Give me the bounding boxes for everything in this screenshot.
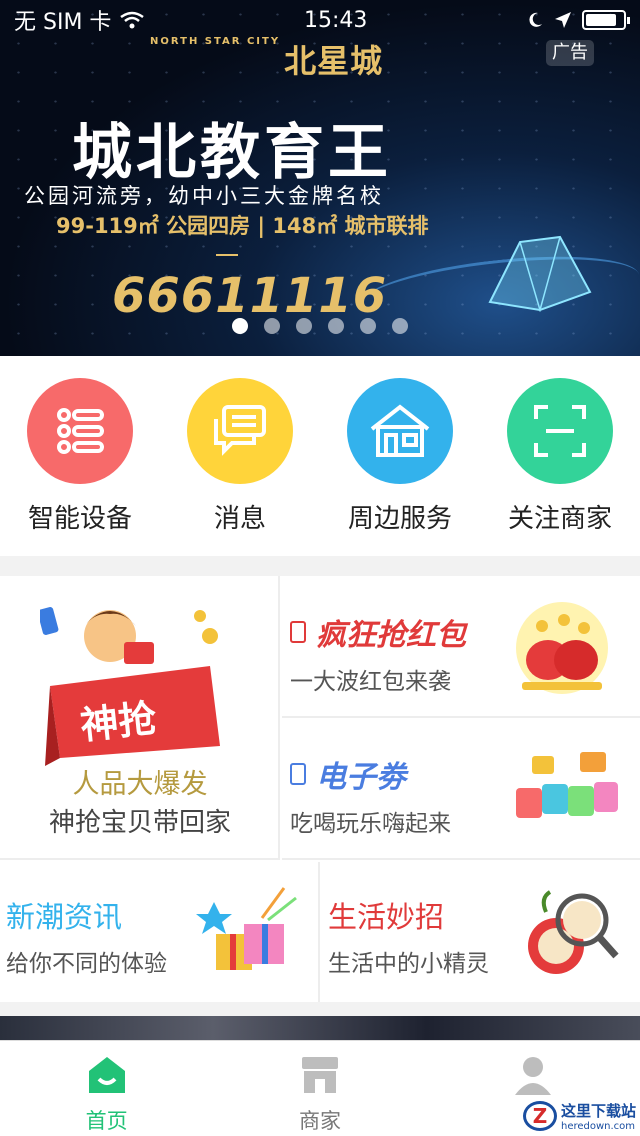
quick-entry-messages[interactable]: 消息 [160,356,320,556]
card-flash-grab[interactable]: 神抢 人品大爆发 神抢宝贝带回家 [0,576,280,860]
banner-subline: 公园河流旁，幼中小三大金牌名校 [24,184,384,208]
card-e-coupon[interactable]: 电子劵 吃喝玩乐嗨起来 [282,718,640,860]
moon-icon [529,12,542,27]
carrier-text: 无 SIM 卡 [14,10,112,35]
quick-entry-label: 智能设备 [27,504,132,534]
card-title: 生活妙招 [328,900,445,934]
quick-entry-label: 周边服务 [347,504,452,534]
home-icon [88,1057,125,1093]
card-red-packet[interactable]: 疯狂抢红包 一大波红包来袭 [282,576,640,718]
watermark-badge: Z 这里下载站 heredown.com [522,1100,636,1132]
carousel-dot[interactable] [296,318,312,334]
card-life-tips[interactable]: 生活妙招 生活中的小精灵 [322,862,640,1002]
ad-label: 广告 [546,40,594,66]
tab-home[interactable]: 首页 [0,1041,213,1136]
carousel-dot[interactable] [328,318,344,334]
coupon-icon [516,752,618,818]
carousel-dots [0,318,640,334]
quick-entry-followed-merchants[interactable]: 关注商家 [480,356,640,556]
phone-icon [290,763,306,785]
card-subtitle: 给你不同的体验 [6,951,167,977]
carousel-dot[interactable] [232,318,248,334]
wifi-icon [120,11,145,29]
apple-magnifier-icon [528,890,619,974]
carousel-dot[interactable] [264,318,280,334]
carousel-dot[interactable] [392,318,408,334]
card-title: 电子劵 [316,760,406,795]
gift-box-icon [196,887,297,970]
card-subtitle: 神抢宝贝带回家 [48,808,231,838]
quick-entry-label: 关注商家 [507,504,612,534]
card-subtitle: 生活中的小精灵 [328,951,489,977]
quick-entry-nearby-services[interactable]: 周边服务 [320,356,480,556]
clock: 15:43 [304,7,368,33]
shop-icon [301,1057,338,1093]
watermark-url: heredown.com [560,1121,636,1132]
scan-icon [507,378,613,484]
banner-promo-text: 99-119㎡ 公园四房 | 148㎡ 城市联排 [56,214,429,238]
promo-cards: 神抢 人品大爆发 神抢宝贝带回家 疯狂抢红包 一大波红包来袭 电子劵 吃喝玩乐嗨… [0,576,640,1002]
ad-banner[interactable]: NORTH STAR CITY北星城 广告 城北教育王 公园河流旁，幼中小三大金… [0,0,640,356]
location-arrow-icon [554,12,571,28]
crystal-building-graphic [488,235,592,312]
house-icon [347,378,453,484]
card-title: 新潮资讯 [6,900,123,934]
banner-headline: 城北教育王 [72,118,392,188]
user-icon [515,1057,552,1095]
watermark-logo: Z [522,1101,557,1131]
card-subtitle: 吃喝玩乐嗨起来 [290,811,451,837]
red-packet-icon [290,621,306,643]
divider [216,254,238,256]
quick-entry-grid: 智能设备 消息 周边服务 关注商家 [0,356,640,556]
tab-merchants[interactable]: 商家 [213,1041,426,1136]
watermark-text: 这里下载站 [560,1102,636,1120]
brand-logo: NORTH STAR CITY北星城 [150,36,384,80]
list-icon [27,378,133,484]
tab-label: 商家 [298,1109,341,1133]
card-subtitle: 一大波红包来袭 [290,669,451,695]
flash-grab-badge: 神抢 [78,696,159,748]
card-trend-news[interactable]: 新潮资讯 给你不同的体验 [0,862,320,1002]
message-icon [187,378,293,484]
battery-icon [581,10,630,30]
next-banner-peek [0,1016,640,1040]
tab-label: 首页 [85,1109,128,1133]
card-title: 人品大爆发 [72,769,208,800]
card-title: 疯狂抢红包 [316,618,466,653]
status-bar: 无 SIM 卡 15:43 [0,0,640,40]
banner-phone-number: 66611116 [112,268,388,324]
quick-entry-label: 消息 [213,504,266,534]
carousel-dot[interactable] [360,318,376,334]
quick-entry-smart-device[interactable]: 智能设备 [0,356,160,556]
money-bag-icon [516,602,608,694]
